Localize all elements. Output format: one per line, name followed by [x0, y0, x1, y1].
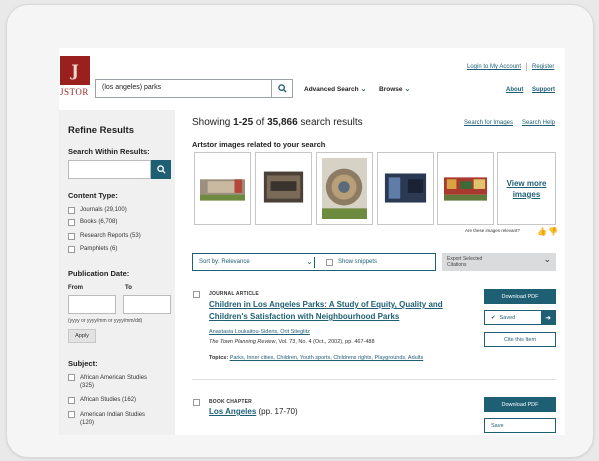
- register-link[interactable]: Register: [532, 64, 554, 70]
- search-input[interactable]: (los angeles) parks: [95, 79, 272, 98]
- artstor-heading: Artstor images related to your search: [192, 140, 326, 149]
- search-help-link[interactable]: Search Help: [522, 120, 555, 126]
- image-thumbnail: [322, 158, 367, 219]
- sort-dropdown[interactable]: Sort by: Relevance: [199, 259, 250, 265]
- show-snippets-label: Show snippets: [338, 259, 378, 265]
- publication-date-label: Publication Date:: [68, 269, 130, 278]
- result-title-link[interactable]: Children in Los Angeles Parks: A Study o…: [209, 299, 443, 323]
- advanced-search-menu[interactable]: Advanced Search ⌄: [304, 85, 366, 93]
- save-button[interactable]: Save: [484, 418, 556, 433]
- chevron-down-icon: ⌄: [543, 254, 551, 264]
- divider: [192, 379, 556, 380]
- about-link[interactable]: About: [506, 87, 523, 93]
- checkbox[interactable]: [68, 374, 75, 381]
- result-checkbox[interactable]: [193, 291, 200, 298]
- to-label: To: [125, 285, 132, 291]
- content-type-journals[interactable]: Journals (29,100): [68, 207, 127, 214]
- search-icon: [156, 165, 166, 174]
- chevron-down-icon: ⌄: [360, 86, 367, 93]
- search-within-button[interactable]: [151, 160, 171, 179]
- chevron-down-icon: ⌄: [306, 257, 313, 266]
- result-title-link[interactable]: Los Angeles: [209, 407, 256, 416]
- to-date-input[interactable]: [123, 295, 171, 314]
- arrow-right-icon[interactable]: ➜: [541, 311, 555, 324]
- snippets-checkbox[interactable]: [326, 259, 333, 266]
- login-link[interactable]: Login to My Account: [467, 64, 521, 70]
- result-topics: Topics: Parks, Inner cities, Children, Y…: [209, 355, 424, 361]
- checkbox[interactable]: [68, 411, 75, 418]
- subject-american-indian-studies[interactable]: American Indian Studies (120): [68, 411, 145, 427]
- cite-this-item-button[interactable]: Cite this Item: [484, 332, 556, 347]
- checkbox[interactable]: [68, 207, 75, 214]
- result-citation: The Town Planning Review, Vol. 73, No. 4…: [209, 339, 375, 345]
- checkbox[interactable]: [68, 246, 75, 253]
- tablet-frame: J JSTOR (los angeles) parks Advanced Sea…: [6, 4, 594, 458]
- date-format-hint: (yyyy or yyyy/mm or yyyy/mm/dd): [68, 318, 143, 324]
- sort-bar: Sort by: Relevance ⌄ Show snippets: [192, 253, 436, 271]
- image-thumbnail: [443, 158, 488, 219]
- support-link[interactable]: Support: [532, 87, 555, 93]
- subject-label: Subject:: [68, 359, 98, 368]
- artstor-image-5[interactable]: [437, 152, 494, 225]
- result-checkbox[interactable]: [193, 399, 200, 406]
- thumbs-down-icon[interactable]: 👎: [548, 227, 558, 236]
- browse-menu[interactable]: Browse ⌄: [379, 85, 410, 93]
- subject-african-studies[interactable]: African Studies (162): [68, 397, 136, 404]
- image-thumbnail: [200, 158, 245, 219]
- checkbox[interactable]: [68, 219, 75, 226]
- checkbox[interactable]: [68, 233, 75, 240]
- result-type: JOURNAL ARTICLE: [209, 291, 259, 297]
- download-pdf-button[interactable]: Download PDF: [484, 397, 556, 412]
- search-within-label: Search Within Results:: [68, 147, 150, 156]
- search-within-input[interactable]: [68, 160, 151, 179]
- artstor-image-3[interactable]: [316, 152, 373, 225]
- browser-screen: J JSTOR (los angeles) parks Advanced Sea…: [59, 48, 565, 435]
- divider: [314, 257, 315, 268]
- export-citations-dropdown[interactable]: Export Selected Citations ⌄: [442, 253, 556, 271]
- result-title: Los Angeles (pp. 17-70): [209, 407, 298, 416]
- artstor-image-1[interactable]: [194, 152, 251, 225]
- content-type-books[interactable]: Books (6,708): [68, 219, 117, 226]
- search-icon: [277, 84, 287, 93]
- image-thumbnail: [383, 158, 428, 219]
- refine-title: Refine Results: [68, 125, 134, 136]
- jstor-logo[interactable]: J JSTOR: [60, 56, 92, 98]
- divider: [526, 63, 527, 71]
- checkbox[interactable]: [68, 397, 75, 404]
- check-icon: ✔: [491, 314, 496, 321]
- result-authors[interactable]: Anastasia Loukaitou-Sideris, Orit Stiegl…: [209, 329, 310, 335]
- relevance-question: Are these images relevant?: [465, 228, 520, 233]
- artstor-image-4[interactable]: [377, 152, 434, 225]
- chevron-down-icon: ⌄: [404, 86, 411, 93]
- saved-button[interactable]: ✔ Saved ➜: [484, 310, 556, 325]
- image-thumbnail: [261, 158, 306, 219]
- view-more-images-link[interactable]: View more images: [497, 152, 556, 225]
- apply-button[interactable]: Apply: [68, 329, 96, 343]
- subject-african-american-studies[interactable]: African American Studies (325): [68, 374, 147, 390]
- result-type: BOOK CHAPTER: [209, 399, 252, 405]
- from-date-input[interactable]: [68, 295, 116, 314]
- download-pdf-button[interactable]: Download PDF: [484, 289, 556, 304]
- content-type-research-reports[interactable]: Research Reports (53): [68, 233, 141, 240]
- results-count: Showing 1-25 of 35,866 search results: [192, 117, 363, 128]
- search-for-images-link[interactable]: Search for Images: [464, 120, 513, 126]
- from-label: From: [68, 285, 83, 291]
- logo-emblem: J: [60, 56, 90, 85]
- search-button[interactable]: [272, 79, 293, 98]
- content-type-pamphlets[interactable]: Pamphlets (6): [68, 246, 117, 253]
- logo-text: JSTOR: [60, 87, 89, 97]
- artstor-image-2[interactable]: [255, 152, 312, 225]
- thumbs-up-icon[interactable]: 👍: [537, 227, 547, 236]
- content-type-label: Content Type:: [68, 191, 118, 200]
